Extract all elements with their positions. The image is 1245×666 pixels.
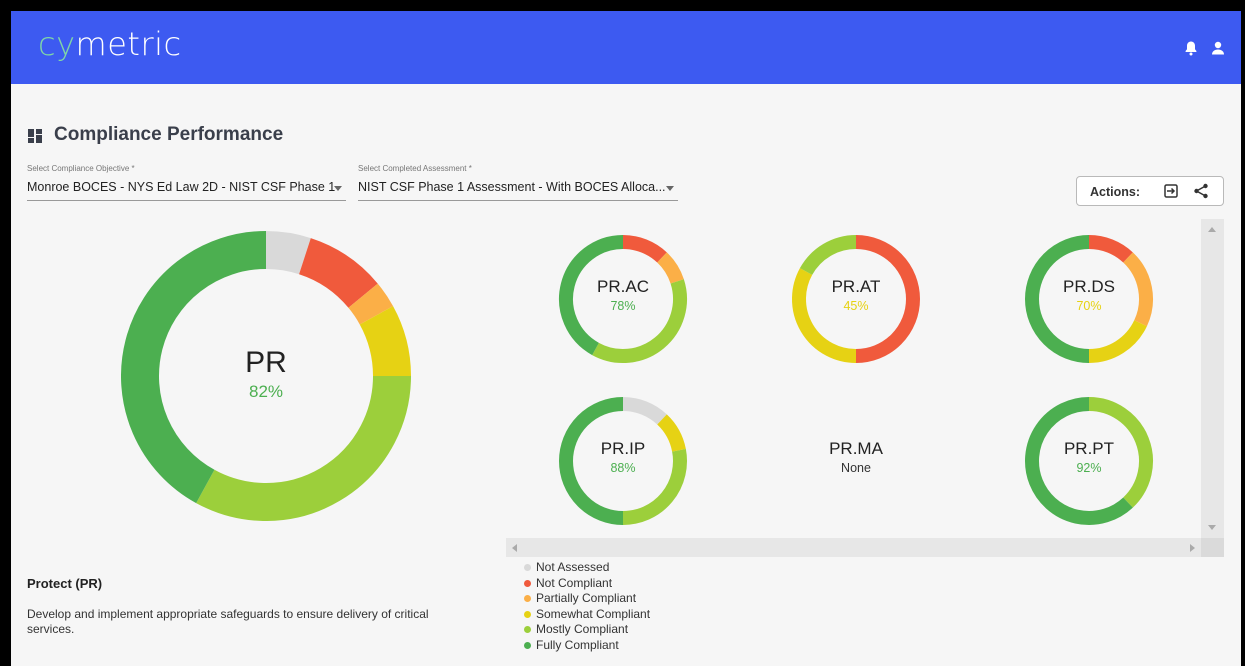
legend-item-somewhat-compliant[interactable]: Somewhat Compliant — [523, 607, 650, 623]
legend-color-dot — [524, 579, 531, 587]
pr-ip-percent: 88% — [610, 461, 636, 475]
legend-item-fully-compliant[interactable]: Fully Compliant — [523, 638, 650, 654]
legend-label: Somewhat Compliant — [536, 606, 651, 621]
vertical-scrollbar[interactable] — [1201, 219, 1224, 538]
scroll-up-icon[interactable] — [1208, 227, 1216, 232]
export-icon[interactable] — [1162, 182, 1180, 200]
dashboard-icon — [27, 128, 43, 144]
scroll-left-icon[interactable] — [512, 544, 517, 552]
pr-ac-donut-segment-not-compliant[interactable] — [622, 235, 667, 263]
legend-color-dot — [524, 595, 531, 602]
pr-at-donut-segment-mostly-compliant[interactable] — [799, 235, 857, 276]
pr-ma-percent: None — [841, 461, 871, 475]
actions-panel: Actions: — [1076, 176, 1224, 206]
main-category-name: PR — [245, 346, 287, 379]
cymetric-logo[interactable]: cymetric — [38, 25, 182, 63]
completed-assessment-label: Select Completed Assessment * — [358, 164, 472, 173]
legend-color-dot — [524, 610, 531, 618]
top-app-bar: cymetric — [11, 11, 1241, 84]
completed-assessment-select[interactable]: Select Completed Assessment * NIST CSF P… — [358, 164, 678, 201]
page-title: Compliance Performance — [54, 124, 284, 145]
status-legend: Not Assessed Not Compliant Partially Compl… — [523, 560, 650, 653]
category-description-text: Develop and implement appropriate safegu… — [27, 607, 429, 636]
legend-label: Partially Compliant — [536, 591, 637, 605]
pr-ds-donut-segment-somewhat-compliant[interactable] — [1088, 320, 1147, 363]
scroll-corner — [1201, 538, 1224, 557]
main-donut-segment-not-assessed[interactable] — [265, 231, 311, 275]
subcategory-grid: PR.AC 78% PR.AT 45% PR.DS 70% PR.IP 88% PR.MA Non… — [506, 219, 1224, 557]
legend-label: Fully Compliant — [536, 637, 619, 652]
legend-color-dot — [524, 564, 531, 571]
bell-icon[interactable] — [1183, 40, 1199, 56]
main-donut-segment-not-compliant[interactable] — [298, 238, 378, 309]
chevron-down-icon[interactable] — [666, 186, 674, 191]
legend-item-not-compliant[interactable]: Not Compliant — [523, 576, 650, 592]
pr-pt-percent: 92% — [1076, 461, 1102, 475]
pr-ac-percent: 78% — [610, 299, 636, 313]
pr-ma-name: PR.MA — [829, 439, 883, 458]
compliance-objective-select[interactable]: Select Compliance Objective * Monroe BOC… — [27, 164, 346, 201]
main-category-percent: 82% — [248, 382, 284, 401]
pr-ds-name: PR.DS — [1063, 277, 1115, 296]
main-donut-segment-partially-compliant[interactable] — [348, 283, 394, 325]
pr-ac-donut-center: PR.AC 78% — [558, 277, 688, 313]
compliance-objective-value: Monroe BOCES - NYS Ed Law 2D - NIST CSF … — [27, 180, 336, 194]
legend-item-partially-compliant[interactable]: Partially Compliant — [523, 591, 650, 607]
main-donut-center: PR 82% — [121, 346, 411, 402]
logo-suffix: metric — [75, 25, 182, 63]
legend-label: Mostly Compliant — [536, 622, 629, 636]
legend-item-not-assessed[interactable]: Not Assessed — [523, 560, 650, 576]
pr-ip-name: PR.IP — [600, 439, 646, 458]
legend-label: Not Assessed — [536, 560, 610, 574]
pr-pt-donut-center: PR.PT 92% — [1024, 439, 1154, 475]
legend-color-dot — [524, 626, 531, 633]
pr-ma-donut-center: PR.MA None — [791, 439, 921, 475]
horizontal-scrollbar[interactable] — [506, 538, 1201, 557]
share-icon[interactable] — [1192, 182, 1210, 200]
legend-color-dot — [524, 641, 531, 649]
legend-label: Not Compliant — [536, 575, 613, 590]
actions-label: Actions: — [1090, 185, 1140, 199]
pr-ip-donut-segment-not-assessed[interactable] — [622, 397, 667, 425]
pr-pt-name: PR.PT — [1063, 439, 1115, 458]
pr-ip-donut-center: PR.IP 88% — [558, 439, 688, 475]
completed-assessment-value: NIST CSF Phase 1 Assessment - With BOCES… — [358, 180, 666, 194]
category-description-title: Protect (PR) — [27, 576, 103, 591]
user-icon[interactable] — [1210, 40, 1226, 56]
scroll-right-icon[interactable] — [1190, 544, 1195, 552]
chevron-down-icon[interactable] — [334, 186, 342, 191]
pr-at-name: PR.AT — [831, 277, 881, 296]
pr-ds-percent: 70% — [1076, 299, 1102, 313]
pr-at-donut-center: PR.AT 45% — [791, 277, 921, 313]
pr-at-percent: 45% — [843, 299, 869, 313]
compliance-objective-field[interactable]: Monroe BOCES - NYS Ed Law 2D - NIST CSF … — [27, 178, 346, 201]
legend-item-mostly-compliant[interactable]: Mostly Compliant — [523, 622, 650, 638]
logo-prefix: cy — [38, 25, 76, 63]
pr-ds-donut-center: PR.DS 70% — [1024, 277, 1154, 313]
compliance-objective-label: Select Compliance Objective * — [27, 164, 135, 173]
scroll-down-icon[interactable] — [1208, 525, 1216, 530]
pr-ac-name: PR.AC — [597, 277, 649, 296]
pr-ds-donut-segment-not-compliant[interactable] — [1088, 235, 1133, 263]
completed-assessment-field[interactable]: NIST CSF Phase 1 Assessment - With BOCES… — [358, 178, 678, 201]
app-frame: cymetric Compliance Performance Select C… — [11, 11, 1241, 666]
